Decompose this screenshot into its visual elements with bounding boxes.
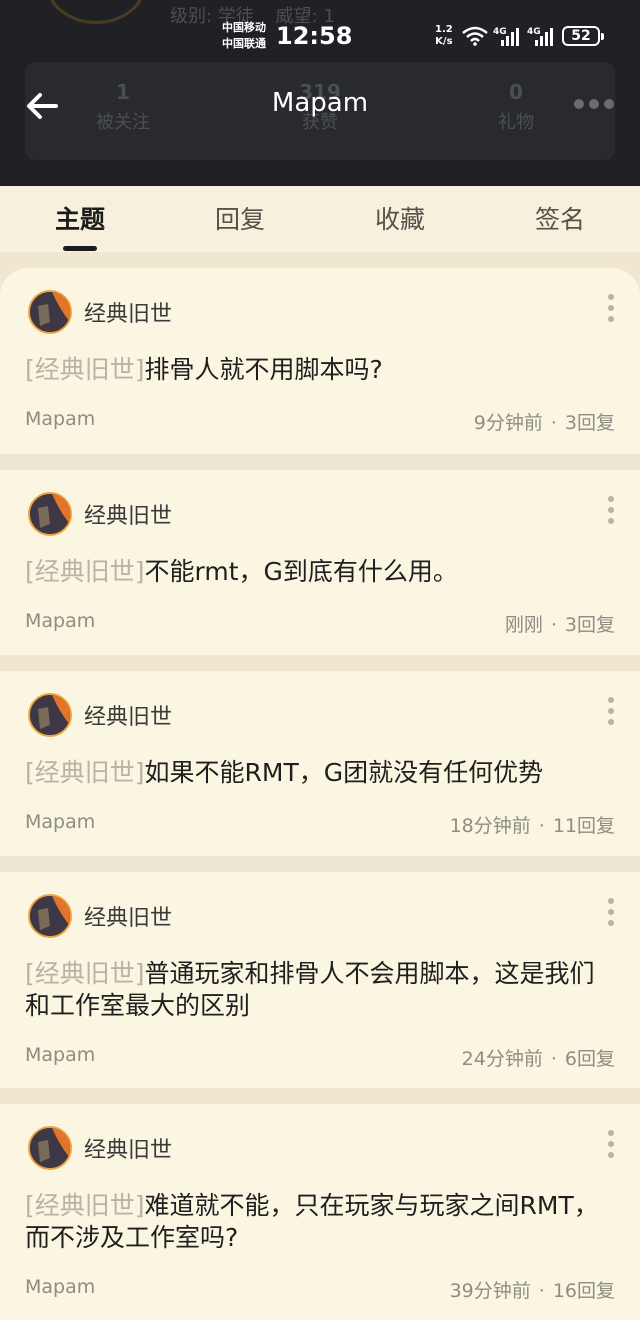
forum-name[interactable]: 经典旧世 — [84, 900, 172, 932]
meta-separator: · — [538, 815, 545, 837]
tab-favorites[interactable]: 收藏 — [320, 200, 480, 252]
sim2-network-label: 4G — [527, 27, 541, 37]
dot-icon — [574, 99, 584, 109]
forum-avatar[interactable] — [28, 894, 72, 938]
signal-sim1-icon: 4G — [493, 27, 519, 46]
tab-label: 签名 — [534, 205, 585, 234]
post-title[interactable]: [经典旧世]不能rmt，G到底有什么用。 — [25, 556, 615, 588]
post-reply-count: 16回复 — [552, 1280, 615, 1302]
post-title[interactable]: [经典旧世]排骨人就不用脚本吗? — [25, 354, 615, 386]
tab-signature[interactable]: 签名 — [480, 200, 640, 252]
post-author: Mapam — [25, 610, 96, 632]
post-meta: 18分钟前 · 11回复 — [450, 811, 615, 838]
post-meta: 9分钟前 · 3回复 — [474, 408, 615, 435]
battery-icon: 52 — [562, 26, 604, 46]
meta-separator: · — [550, 412, 557, 434]
post-card[interactable]: 经典旧世 [经典旧世]排骨人就不用脚本吗? Mapam 9分钟前 · 3回复 — [0, 268, 640, 454]
post-author: Mapam — [25, 1044, 96, 1066]
meta-separator: · — [550, 614, 557, 636]
forum-name[interactable]: 经典旧世 — [84, 699, 172, 731]
post-title[interactable]: [经典旧世]普通玩家和排骨人不会用脚本，这是我们和工作室最大的区别 — [25, 958, 615, 1022]
post-time: 9分钟前 — [473, 412, 543, 434]
tab-bar: 主题 回复 收藏 签名 — [0, 186, 640, 252]
forum-avatar[interactable] — [28, 290, 72, 334]
status-bar: 中国移动 中国联通 12:58 1.2 K/s 4G 4G 52 — [0, 16, 640, 56]
post-meta: 24分钟前 · 6回复 — [462, 1044, 615, 1071]
post-title-text: 排骨人就不用脚本吗? — [144, 355, 383, 384]
tab-active-indicator — [63, 246, 97, 251]
post-title[interactable]: [经典旧世]如果不能RMT，G团就没有任何优势 — [25, 757, 615, 789]
meta-separator: · — [538, 1280, 545, 1302]
post-card[interactable]: 经典旧世 [经典旧世]如果不能RMT，G团就没有任何优势 Mapam 18分钟前… — [0, 671, 640, 856]
sim1-network-label: 4G — [493, 27, 507, 37]
post-time: 18分钟前 — [449, 815, 531, 837]
forum-avatar[interactable] — [28, 693, 72, 737]
tab-label: 回复 — [214, 205, 265, 234]
post-title[interactable]: [经典旧世]难道就不能，只在玩家与玩家之间RMT，而不涉及工作室吗? — [25, 1190, 615, 1254]
forum-name[interactable]: 经典旧世 — [84, 498, 172, 530]
post-meta: 刚刚 · 3回复 — [505, 610, 615, 637]
post-menu-icon[interactable] — [604, 294, 618, 328]
post-reply-count: 11回复 — [552, 815, 615, 837]
nav-bar: Mapam — [0, 80, 640, 130]
forum-avatar-image — [30, 292, 70, 332]
post-author: Mapam — [25, 811, 96, 833]
post-title-text: 如果不能RMT，G团就没有任何优势 — [144, 758, 544, 787]
signal-sim2-icon: 4G — [527, 27, 553, 46]
post-tag: [经典旧世] — [25, 355, 145, 384]
post-card[interactable]: 经典旧世 [经典旧世]难道就不能，只在玩家与玩家之间RMT，而不涉及工作室吗? … — [0, 1104, 640, 1320]
tab-replies[interactable]: 回复 — [160, 200, 320, 252]
post-card[interactable]: 经典旧世 [经典旧世]不能rmt，G到底有什么用。 Mapam 刚刚 · 3回复 — [0, 470, 640, 655]
dot-icon — [604, 99, 614, 109]
post-menu-icon[interactable] — [604, 496, 618, 530]
carrier-1: 中国移动 — [222, 21, 266, 34]
post-reply-count: 6回复 — [564, 1048, 615, 1070]
post-reply-count: 3回复 — [564, 614, 615, 636]
forum-avatar[interactable] — [28, 1126, 72, 1170]
more-options-button[interactable] — [574, 92, 624, 116]
post-reply-count: 3回复 — [564, 412, 615, 434]
post-author: Mapam — [25, 408, 96, 430]
forum-avatar-image — [30, 494, 70, 534]
post-time: 39分钟前 — [449, 1280, 531, 1302]
post-author: Mapam — [25, 1276, 96, 1298]
forum-avatar-image — [30, 1128, 70, 1168]
tab-label: 收藏 — [374, 205, 425, 234]
net-speed: 1.2 K/s — [435, 24, 453, 48]
net-speed-unit: K/s — [435, 36, 453, 47]
post-menu-icon[interactable] — [604, 697, 618, 731]
post-menu-icon[interactable] — [604, 1130, 618, 1164]
post-tag: [经典旧世] — [25, 758, 145, 787]
post-card[interactable]: 经典旧世 [经典旧世]普通玩家和排骨人不会用脚本，这是我们和工作室最大的区别 M… — [0, 872, 640, 1088]
dot-icon — [589, 99, 599, 109]
meta-separator: · — [550, 1048, 557, 1070]
carrier-labels: 中国移动 中国联通 — [222, 20, 266, 52]
carrier-2: 中国联通 — [222, 37, 266, 50]
post-time: 24分钟前 — [461, 1048, 543, 1070]
post-tag: [经典旧世] — [25, 1191, 145, 1220]
forum-avatar-image — [30, 896, 70, 936]
clock: 12:58 — [276, 22, 353, 50]
post-tag: [经典旧世] — [25, 959, 145, 988]
forum-avatar-image — [30, 695, 70, 735]
forum-name[interactable]: 经典旧世 — [84, 296, 172, 328]
post-tag: [经典旧世] — [25, 557, 145, 586]
forum-name[interactable]: 经典旧世 — [84, 1132, 172, 1164]
page-title: Mapam — [271, 88, 369, 118]
wifi-icon — [462, 26, 488, 46]
post-meta: 39分钟前 · 16回复 — [450, 1276, 615, 1303]
post-menu-icon[interactable] — [604, 898, 618, 932]
post-time: 刚刚 — [504, 614, 543, 636]
profile-header: 级别: 学徒 威望: 1 1 被关注 319 获赞 0 礼物 中国移动 中国联通… — [0, 0, 640, 186]
net-speed-value: 1.2 — [435, 24, 453, 35]
post-list: 经典旧世 [经典旧世]排骨人就不用脚本吗? Mapam 9分钟前 · 3回复 经典旧… — [0, 252, 640, 1320]
tab-topics[interactable]: 主题 — [0, 200, 160, 252]
tab-label: 主题 — [54, 205, 105, 234]
post-title-text: 不能rmt，G到底有什么用。 — [144, 557, 458, 586]
forum-avatar[interactable] — [28, 492, 72, 536]
